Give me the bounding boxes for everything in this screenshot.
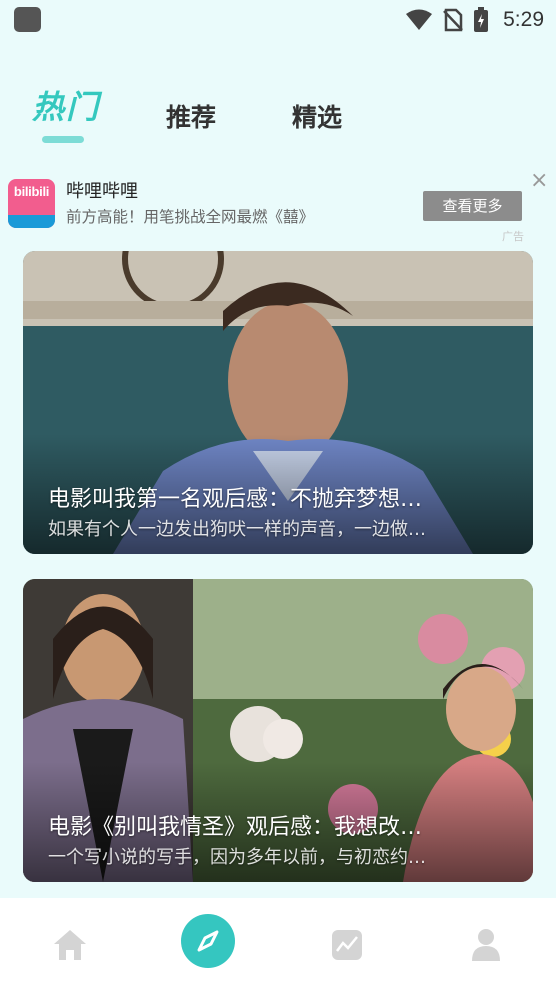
status-icons: 5:29	[405, 6, 544, 34]
ad-banner[interactable]: bilibili 哔哩哔哩 前方高能！用笔挑战全网最燃《囍》 查看更多 × 广告	[0, 170, 556, 243]
tab-hot[interactable]: 热门	[32, 82, 100, 128]
ad-logo-text: bilibili	[13, 184, 50, 199]
article-description: 如果有个人一边发出狗吠一样的声音，一边做…	[48, 519, 426, 540]
article-card[interactable]: 电影叫我第一名观后感：不抛弃梦想… 如果有个人一边发出狗吠一样的声音，一边做…	[23, 251, 533, 554]
user-icon	[472, 929, 500, 961]
status-bar: 5:29	[0, 0, 556, 40]
battery-icon	[474, 7, 489, 32]
status-time: 5:29	[503, 8, 544, 31]
nav-profile[interactable]	[459, 918, 513, 972]
app-notification-icon	[14, 7, 41, 32]
article-description: 一个写小说的写手，因为多年以前，与初恋约…	[48, 847, 426, 868]
article-card[interactable]: 电影《别叫我情圣》观后感：我想改… 一个写小说的写手，因为多年以前，与初恋约…	[23, 579, 533, 882]
nav-discover[interactable]	[181, 914, 235, 968]
nav-home[interactable]	[43, 918, 97, 972]
home-icon	[54, 930, 86, 960]
ad-description: 前方高能！用笔挑战全网最燃《囍》	[66, 208, 315, 226]
compass-icon	[197, 930, 219, 952]
ad-close-icon[interactable]: ×	[530, 170, 548, 192]
bilibili-logo: bilibili	[8, 179, 55, 228]
ad-title: 哔哩哔哩	[66, 181, 138, 202]
chart-icon	[332, 930, 362, 960]
wifi-icon	[406, 9, 433, 30]
ad-badge: 广告	[502, 230, 524, 243]
active-tab-indicator	[42, 136, 84, 143]
tab-recommended[interactable]: 推荐	[166, 98, 216, 134]
tab-featured[interactable]: 精选	[292, 98, 342, 134]
article-title: 电影《别叫我情圣》观后感：我想改…	[48, 815, 423, 840]
article-title: 电影叫我第一名观后感：不抛弃梦想…	[48, 487, 423, 512]
no-sim-icon	[443, 8, 464, 32]
nav-trends[interactable]	[320, 918, 374, 972]
bottom-navigation	[0, 898, 556, 990]
ad-view-more-button[interactable]: 查看更多	[423, 191, 522, 221]
category-tabs: 热门 推荐 精选	[0, 80, 556, 150]
